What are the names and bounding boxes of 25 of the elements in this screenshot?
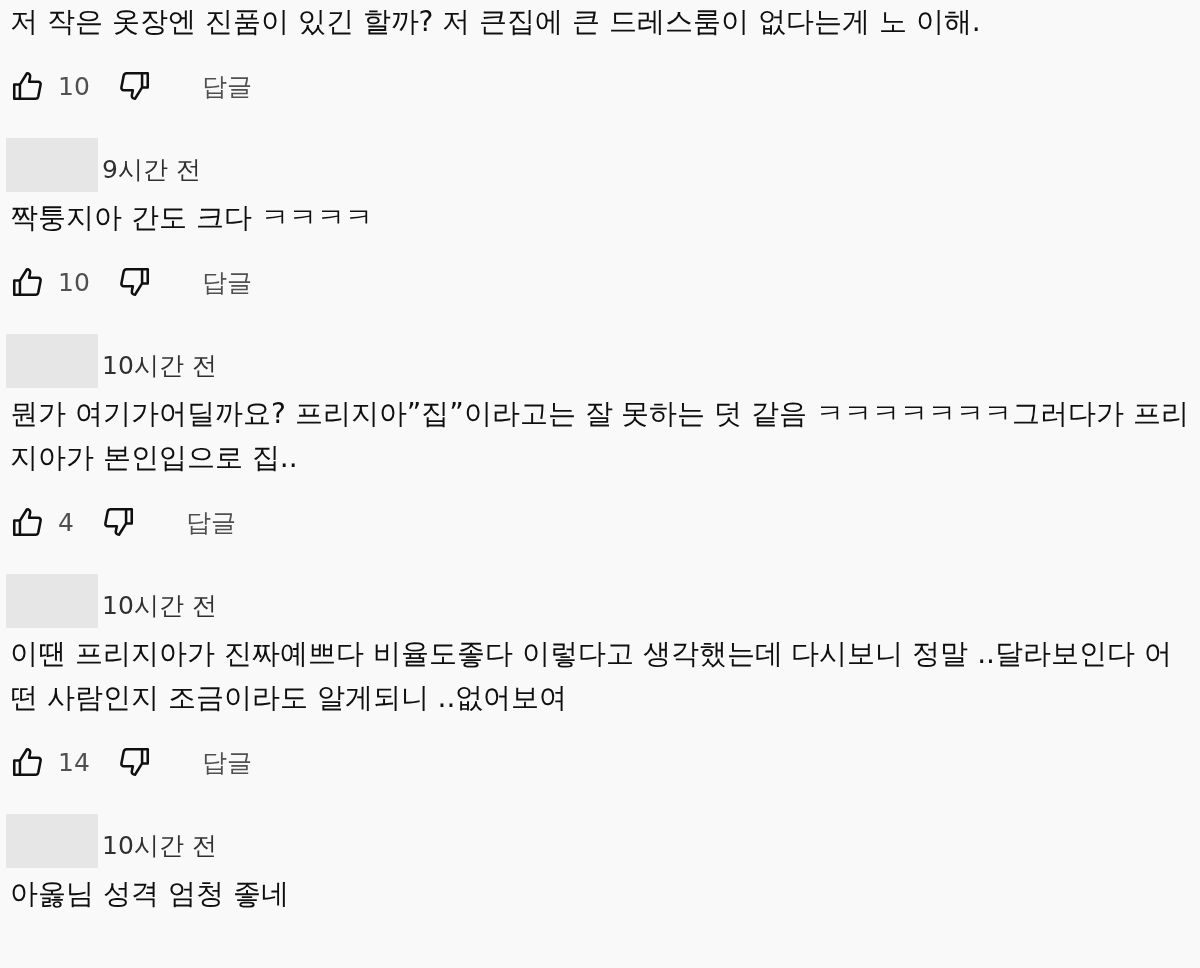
- like-count: 10: [58, 71, 90, 101]
- reply-button[interactable]: 답글: [185, 505, 236, 539]
- thumbs-down-icon[interactable]: [117, 69, 152, 103]
- like-count: 10: [58, 267, 90, 297]
- comment-time: 10시간 전: [102, 830, 217, 862]
- comment-text: 아옳님 성격 엄청 좋네: [10, 876, 290, 912]
- like-count: 4: [58, 507, 74, 537]
- thumbs-up-icon[interactable]: [10, 505, 44, 539]
- reply-button[interactable]: 답글: [201, 745, 252, 779]
- reply-button[interactable]: 답글: [201, 265, 252, 299]
- comment-text: 이땐 프리지아가 진짜예쁘다 비율도좋다 이렇다고 생각했는데 다시보니 정말 ..달라보인다 어떤 사람인지 조금이라도 알게되니 ..없어보여: [10, 636, 1173, 716]
- comment-time: 10시간 전: [102, 590, 217, 622]
- comment-time: 9시간 전: [102, 154, 201, 186]
- thumbs-down-icon[interactable]: [117, 745, 152, 779]
- comment-text: 짝퉁지아 간도 크다 ㅋㅋㅋㅋ: [10, 200, 374, 236]
- thumbs-down-icon[interactable]: [101, 505, 136, 539]
- thumbs-up-icon[interactable]: [10, 69, 44, 103]
- thumbs-up-icon[interactable]: [10, 745, 44, 779]
- comment-text: 저 작은 옷장엔 진품이 있긴 할까? 저 큰집에 큰 드레스룸이 없다는게 노 이해.: [10, 4, 982, 40]
- comment-time: 10시간 전: [102, 350, 217, 382]
- thumbs-down-icon[interactable]: [117, 265, 152, 299]
- comment-text: 뭔가 여기가어딜까요? 프리지아”집”이라고는 잘 못하는 덧 같음 ㅋㅋㅋㅋㅋㅋㅋ그러다가 프리지아가 본인입으로 집..: [10, 396, 1190, 476]
- reply-button[interactable]: 답글: [201, 69, 252, 103]
- thumbs-up-icon[interactable]: [10, 265, 44, 299]
- like-count: 14: [58, 747, 90, 777]
